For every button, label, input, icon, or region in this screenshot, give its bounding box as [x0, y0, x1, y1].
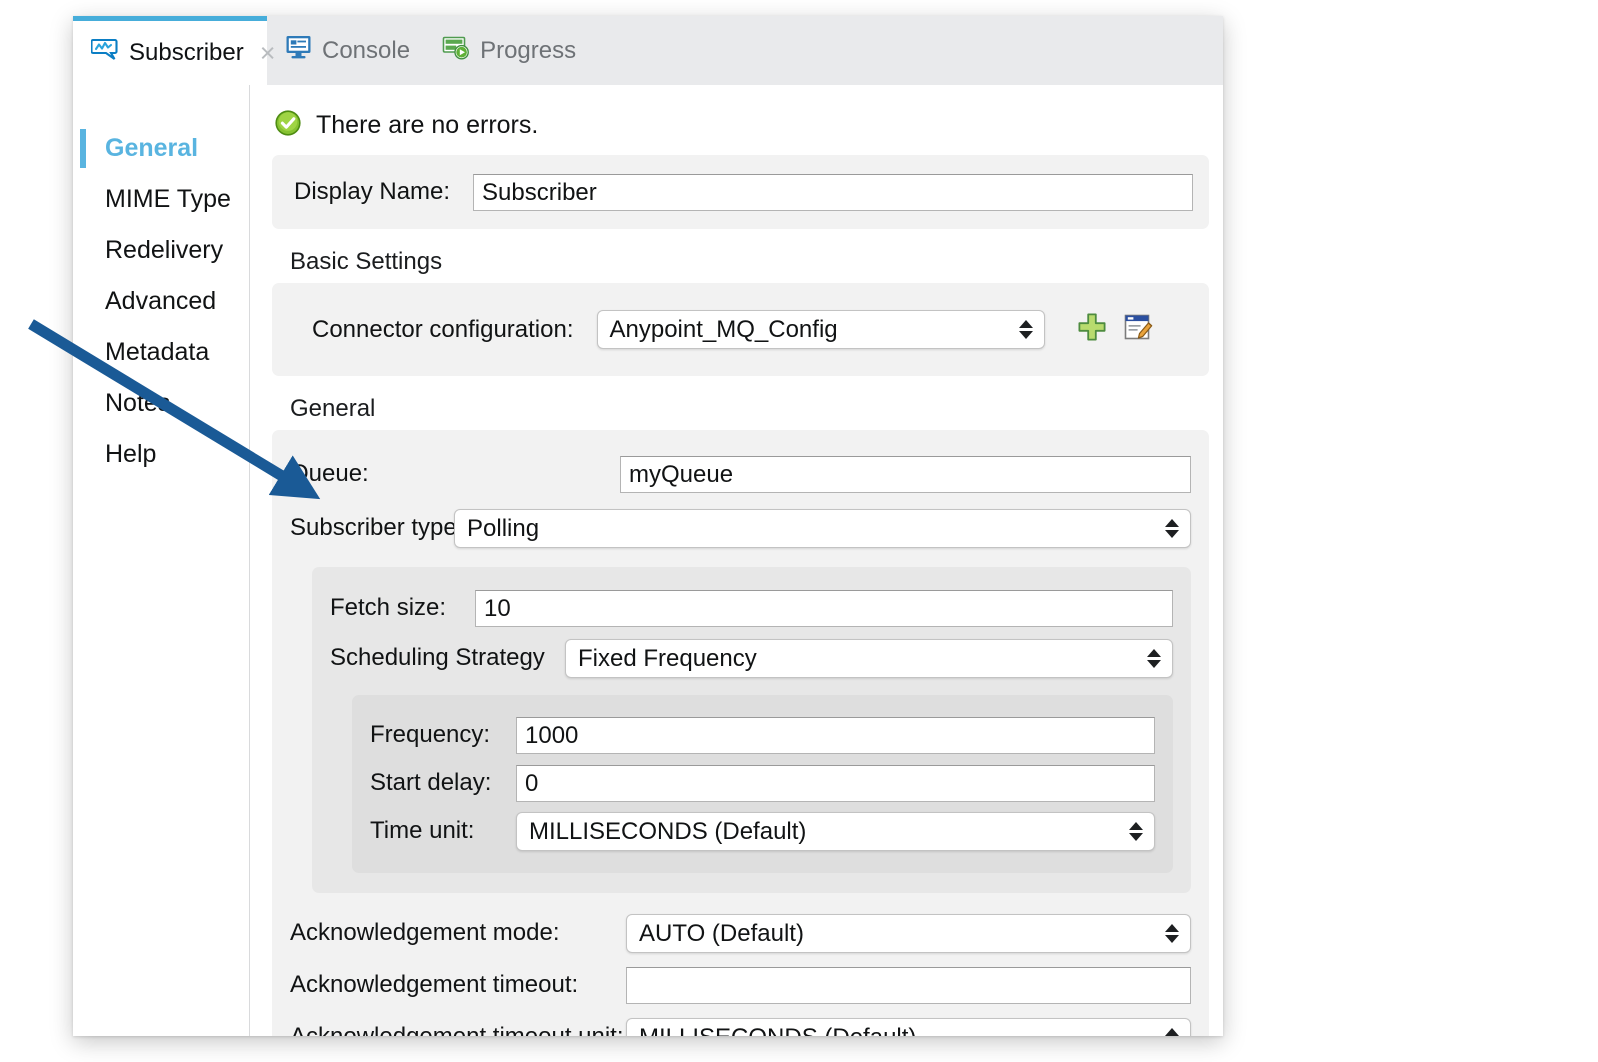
time-unit-label: Time unit:: [370, 817, 516, 845]
chevron-updown-icon: [1018, 311, 1034, 348]
subscriber-type-label: Subscriber type: [290, 514, 454, 542]
general-title: General: [290, 395, 1209, 423]
fetch-size-input[interactable]: 10: [475, 590, 1173, 627]
frequency-input[interactable]: 1000: [516, 717, 1155, 754]
scheduling-strategy-select[interactable]: Fixed Frequency: [565, 639, 1173, 678]
console-monitor-icon: [285, 34, 312, 67]
sidebar-item-label: Notes: [105, 389, 170, 417]
connector-configuration-select[interactable]: Anypoint_MQ_Config: [597, 310, 1045, 349]
subscriber-type-select[interactable]: Polling: [454, 509, 1191, 548]
sidebar-item-help[interactable]: Help: [73, 429, 249, 480]
time-unit-select[interactable]: MILLISECONDS (Default): [516, 812, 1155, 851]
sidebar-item-label: Metadata: [105, 338, 209, 366]
acknowledgement-timeout-unit-row: Acknowledgement timeout unit: MILLISECON…: [290, 1011, 1191, 1036]
tab-console[interactable]: Console: [267, 16, 424, 85]
edit-pencil-icon[interactable]: [1123, 312, 1153, 347]
tab-progress-label: Progress: [480, 37, 576, 65]
status-message: There are no errors.: [272, 103, 1209, 147]
acknowledgement-timeout-label: Acknowledgement timeout:: [290, 971, 626, 999]
basic-settings-panel: Connector configuration: Anypoint_MQ_Con…: [272, 283, 1209, 376]
queue-input[interactable]: myQueue: [620, 456, 1191, 493]
tab-subscriber-label: Subscriber: [129, 39, 244, 67]
acknowledgement-timeout-unit-label: Acknowledgement timeout unit:: [290, 1023, 626, 1036]
acknowledgement-timeout-input[interactable]: [626, 967, 1191, 1004]
tab-bar: Subscriber × Console: [73, 16, 1223, 85]
progress-play-icon: [442, 34, 470, 67]
queue-label: Queue:: [290, 460, 620, 488]
sidebar-item-label: Help: [105, 440, 156, 468]
sidebar-item-label: Redelivery: [105, 236, 223, 264]
display-name-panel: Display Name: Subscriber: [272, 155, 1209, 229]
connector-configuration-value: Anypoint_MQ_Config: [610, 316, 838, 343]
properties-window: Subscriber × Console: [73, 16, 1223, 1036]
tab-progress[interactable]: Progress: [424, 16, 590, 85]
time-unit-value: MILLISECONDS (Default): [529, 818, 806, 845]
acknowledgement-mode-value: AUTO (Default): [639, 920, 804, 947]
plus-add-icon[interactable]: [1077, 312, 1107, 347]
scheduling-strategy-label: Scheduling Strategy: [330, 644, 565, 672]
sidebar-item-redelivery[interactable]: Redelivery: [73, 225, 249, 276]
window-body: General MIME Type Redelivery Advanced Me…: [73, 85, 1223, 1036]
fetch-size-row: Fetch size: 10: [330, 583, 1173, 633]
acknowledgement-timeout-row: Acknowledgement timeout:: [290, 959, 1191, 1011]
time-unit-row: Time unit: MILLISECONDS (Default): [370, 807, 1155, 855]
acknowledgement-timeout-unit-select[interactable]: MILLISECONDS (Default): [626, 1018, 1191, 1037]
acknowledgement-timeout-unit-value: MILLISECONDS (Default): [639, 1024, 916, 1037]
sidebar-item-general[interactable]: General: [73, 123, 249, 174]
scheduling-strategy-value: Fixed Frequency: [578, 645, 757, 672]
tab-subscriber[interactable]: Subscriber ×: [73, 16, 267, 85]
properties-sidebar: General MIME Type Redelivery Advanced Me…: [73, 85, 250, 1036]
fetch-size-label: Fetch size:: [330, 594, 475, 622]
sidebar-item-label: General: [105, 134, 198, 162]
polling-settings-panel: Fetch size: 10 Scheduling Strategy Fixed…: [312, 567, 1191, 893]
frequency-label: Frequency:: [370, 721, 516, 749]
display-name-label: Display Name:: [294, 178, 450, 206]
basic-settings-title: Basic Settings: [290, 248, 1209, 276]
display-name-input[interactable]: Subscriber: [473, 174, 1193, 211]
properties-content: There are no errors. Display Name: Subsc…: [250, 85, 1223, 1036]
chevron-updown-icon: [1128, 813, 1144, 850]
sidebar-item-label: Advanced: [105, 287, 216, 315]
chevron-updown-icon: [1164, 1019, 1180, 1037]
status-text: There are no errors.: [316, 111, 538, 140]
success-check-icon: [274, 109, 302, 142]
frequency-row: Frequency: 1000: [370, 711, 1155, 759]
sidebar-item-label: MIME Type: [105, 185, 231, 213]
subscriber-bubble-icon: [91, 37, 119, 70]
start-delay-row: Start delay: 0: [370, 759, 1155, 807]
sidebar-item-mime-type[interactable]: MIME Type: [73, 174, 249, 225]
subscriber-type-value: Polling: [467, 515, 539, 542]
start-delay-label: Start delay:: [370, 769, 516, 797]
subscriber-type-row: Subscriber type Polling: [290, 501, 1191, 555]
acknowledgement-mode-select[interactable]: AUTO (Default): [626, 914, 1191, 953]
screenshot-root: Subscriber × Console: [0, 0, 1598, 1062]
start-delay-input[interactable]: 0: [516, 765, 1155, 802]
acknowledgement-mode-row: Acknowledgement mode: AUTO (Default): [290, 907, 1191, 959]
chevron-updown-icon: [1164, 915, 1180, 952]
chevron-updown-icon: [1146, 640, 1162, 677]
sidebar-item-notes[interactable]: Notes: [73, 378, 249, 429]
tab-console-label: Console: [322, 37, 410, 65]
sidebar-item-metadata[interactable]: Metadata: [73, 327, 249, 378]
connector-configuration-label: Connector configuration:: [312, 316, 574, 344]
sidebar-item-advanced[interactable]: Advanced: [73, 276, 249, 327]
acknowledgement-mode-label: Acknowledgement mode:: [290, 919, 626, 947]
fixed-frequency-panel: Frequency: 1000 Start delay: 0 Time unit…: [352, 695, 1173, 873]
queue-row: Queue: myQueue: [290, 447, 1191, 501]
chevron-updown-icon: [1164, 510, 1180, 547]
scheduling-strategy-row: Scheduling Strategy Fixed Frequency: [330, 633, 1173, 683]
general-panel: Queue: myQueue Subscriber type Polling: [272, 430, 1209, 1036]
